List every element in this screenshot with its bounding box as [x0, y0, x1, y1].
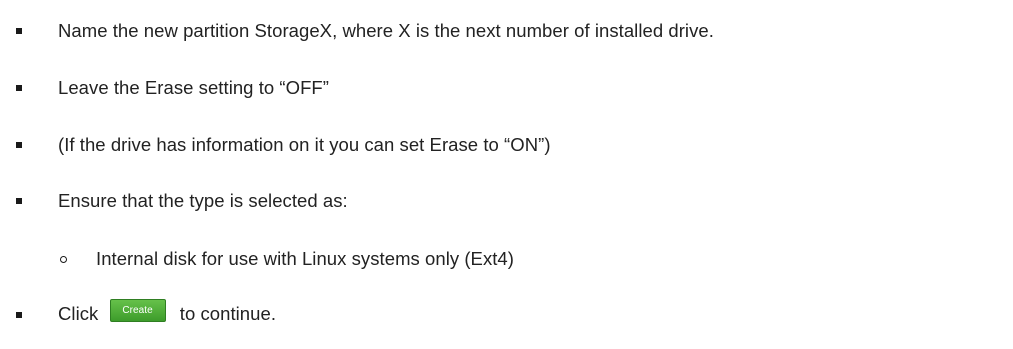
square-bullet-icon [16, 28, 22, 34]
list-item: Ensure that the type is selected as: [0, 186, 1013, 216]
square-bullet-icon [16, 198, 22, 204]
instruction-list: Name the new partition StorageX, where X… [0, 0, 1013, 349]
list-item-text: Click Create to continue. [58, 298, 277, 327]
circle-bullet-icon [60, 255, 67, 263]
sub-list-item-text: Internal disk for use with Linux systems… [96, 248, 514, 269]
continue-suffix: to continue. [179, 303, 277, 325]
list-item-text: Ensure that the type is selected as: [58, 190, 348, 211]
list-item: Click Create to continue. [0, 298, 1013, 330]
square-bullet-icon [16, 142, 22, 148]
list-item-text: Name the new partition StorageX, where X… [58, 20, 714, 41]
list-item: Name the new partition StorageX, where X… [0, 16, 1013, 46]
list-item-text: Leave the Erase setting to “OFF” [58, 77, 329, 98]
list-item-text: (If the drive has information on it you … [58, 134, 551, 155]
list-item: Leave the Erase setting to “OFF” [0, 73, 1013, 103]
create-button[interactable]: Create [109, 298, 166, 322]
square-bullet-icon [16, 312, 22, 318]
click-prefix: Click [58, 303, 99, 325]
sub-list-item: Internal disk for use with Linux systems… [0, 244, 1013, 274]
square-bullet-icon [16, 85, 22, 91]
list-item: (If the drive has information on it you … [0, 130, 1013, 160]
